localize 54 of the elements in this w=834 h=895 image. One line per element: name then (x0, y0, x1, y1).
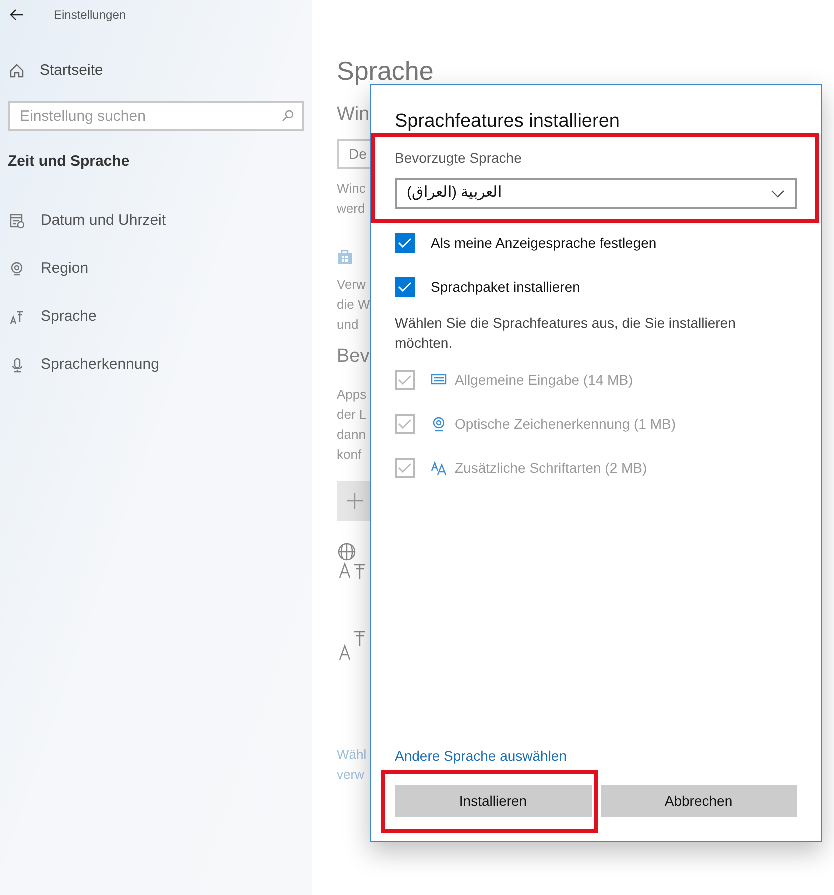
checkmark-icon (398, 238, 412, 248)
feature-label: Optische Zeichenerkennung (1 MB) (455, 414, 676, 434)
sidebar-item[interactable]: Region (41, 258, 89, 281)
body-text: und (337, 316, 359, 334)
link[interactable]: Andere Sprache auswählen (395, 746, 568, 767)
checkmark-icon (398, 419, 412, 429)
checkbox[interactable] (395, 233, 415, 253)
body-text: Verw (337, 276, 366, 294)
body-text: die W (337, 296, 370, 314)
sidebar-item[interactable]: Sprache (41, 306, 97, 329)
back-arrow-icon (10, 9, 24, 21)
sidebar-item[interactable]: Datum und Uhrzeit (41, 210, 166, 233)
body-text: Apps (337, 386, 367, 404)
section-heading: Win (337, 103, 370, 127)
sidebar-item[interactable]: Spracherkennung (41, 354, 160, 377)
search-field[interactable]: Einstellung suchen (8, 101, 304, 131)
font-icon (431, 460, 447, 476)
language-icon (10, 310, 25, 325)
globe-language-icon (337, 543, 367, 579)
body-text: werd (337, 200, 366, 218)
checkbox-label: Sprachpaket installieren (431, 278, 580, 297)
checkbox[interactable] (395, 277, 415, 297)
language-icon (337, 629, 367, 661)
description-text: Wählen Sie die Sprachfeatures aus, die Sie installieren möchten. (395, 314, 737, 353)
window-title: Einstellungen (54, 7, 126, 24)
webcam-icon (431, 416, 447, 432)
search-icon (282, 110, 294, 122)
body-text: dann (337, 426, 366, 444)
chevron-down-icon (771, 190, 785, 198)
body-text: konf (337, 446, 362, 464)
store-icon (337, 249, 353, 265)
home-icon (10, 64, 24, 78)
keyboard-icon (431, 372, 447, 388)
microphone-icon (10, 358, 25, 373)
body-text: Winc (337, 180, 366, 198)
calendar-icon (10, 214, 25, 229)
dialog-title: Sprachfeatures installieren (395, 110, 621, 134)
body-text: der L (337, 406, 367, 424)
checkbox-label: Als meine Anzeigesprache festlegen (431, 234, 657, 253)
checkmark-icon (398, 282, 412, 292)
page-title: Sprache (337, 55, 435, 87)
section-heading: Zeit und Sprache (7, 152, 131, 172)
language-dropdown[interactable]: العربية (العراق) (395, 178, 797, 209)
add-button[interactable] (337, 481, 370, 521)
feature-label: Allgemeine Eingabe (14 MB) (455, 370, 634, 390)
section-heading: Bev (337, 345, 370, 369)
checkmark-icon (398, 463, 412, 473)
field-label: Bevorzugte Sprache (395, 149, 523, 168)
home-link[interactable]: Startseite (40, 60, 104, 82)
checkmark-icon (398, 375, 412, 385)
dialog-button[interactable]: Installieren (395, 785, 592, 817)
dialog-button[interactable]: Abbrechen (600, 785, 797, 817)
plus-icon (347, 493, 363, 509)
feature-label: Zusätzliche Schriftarten (2 MB) (455, 458, 648, 478)
